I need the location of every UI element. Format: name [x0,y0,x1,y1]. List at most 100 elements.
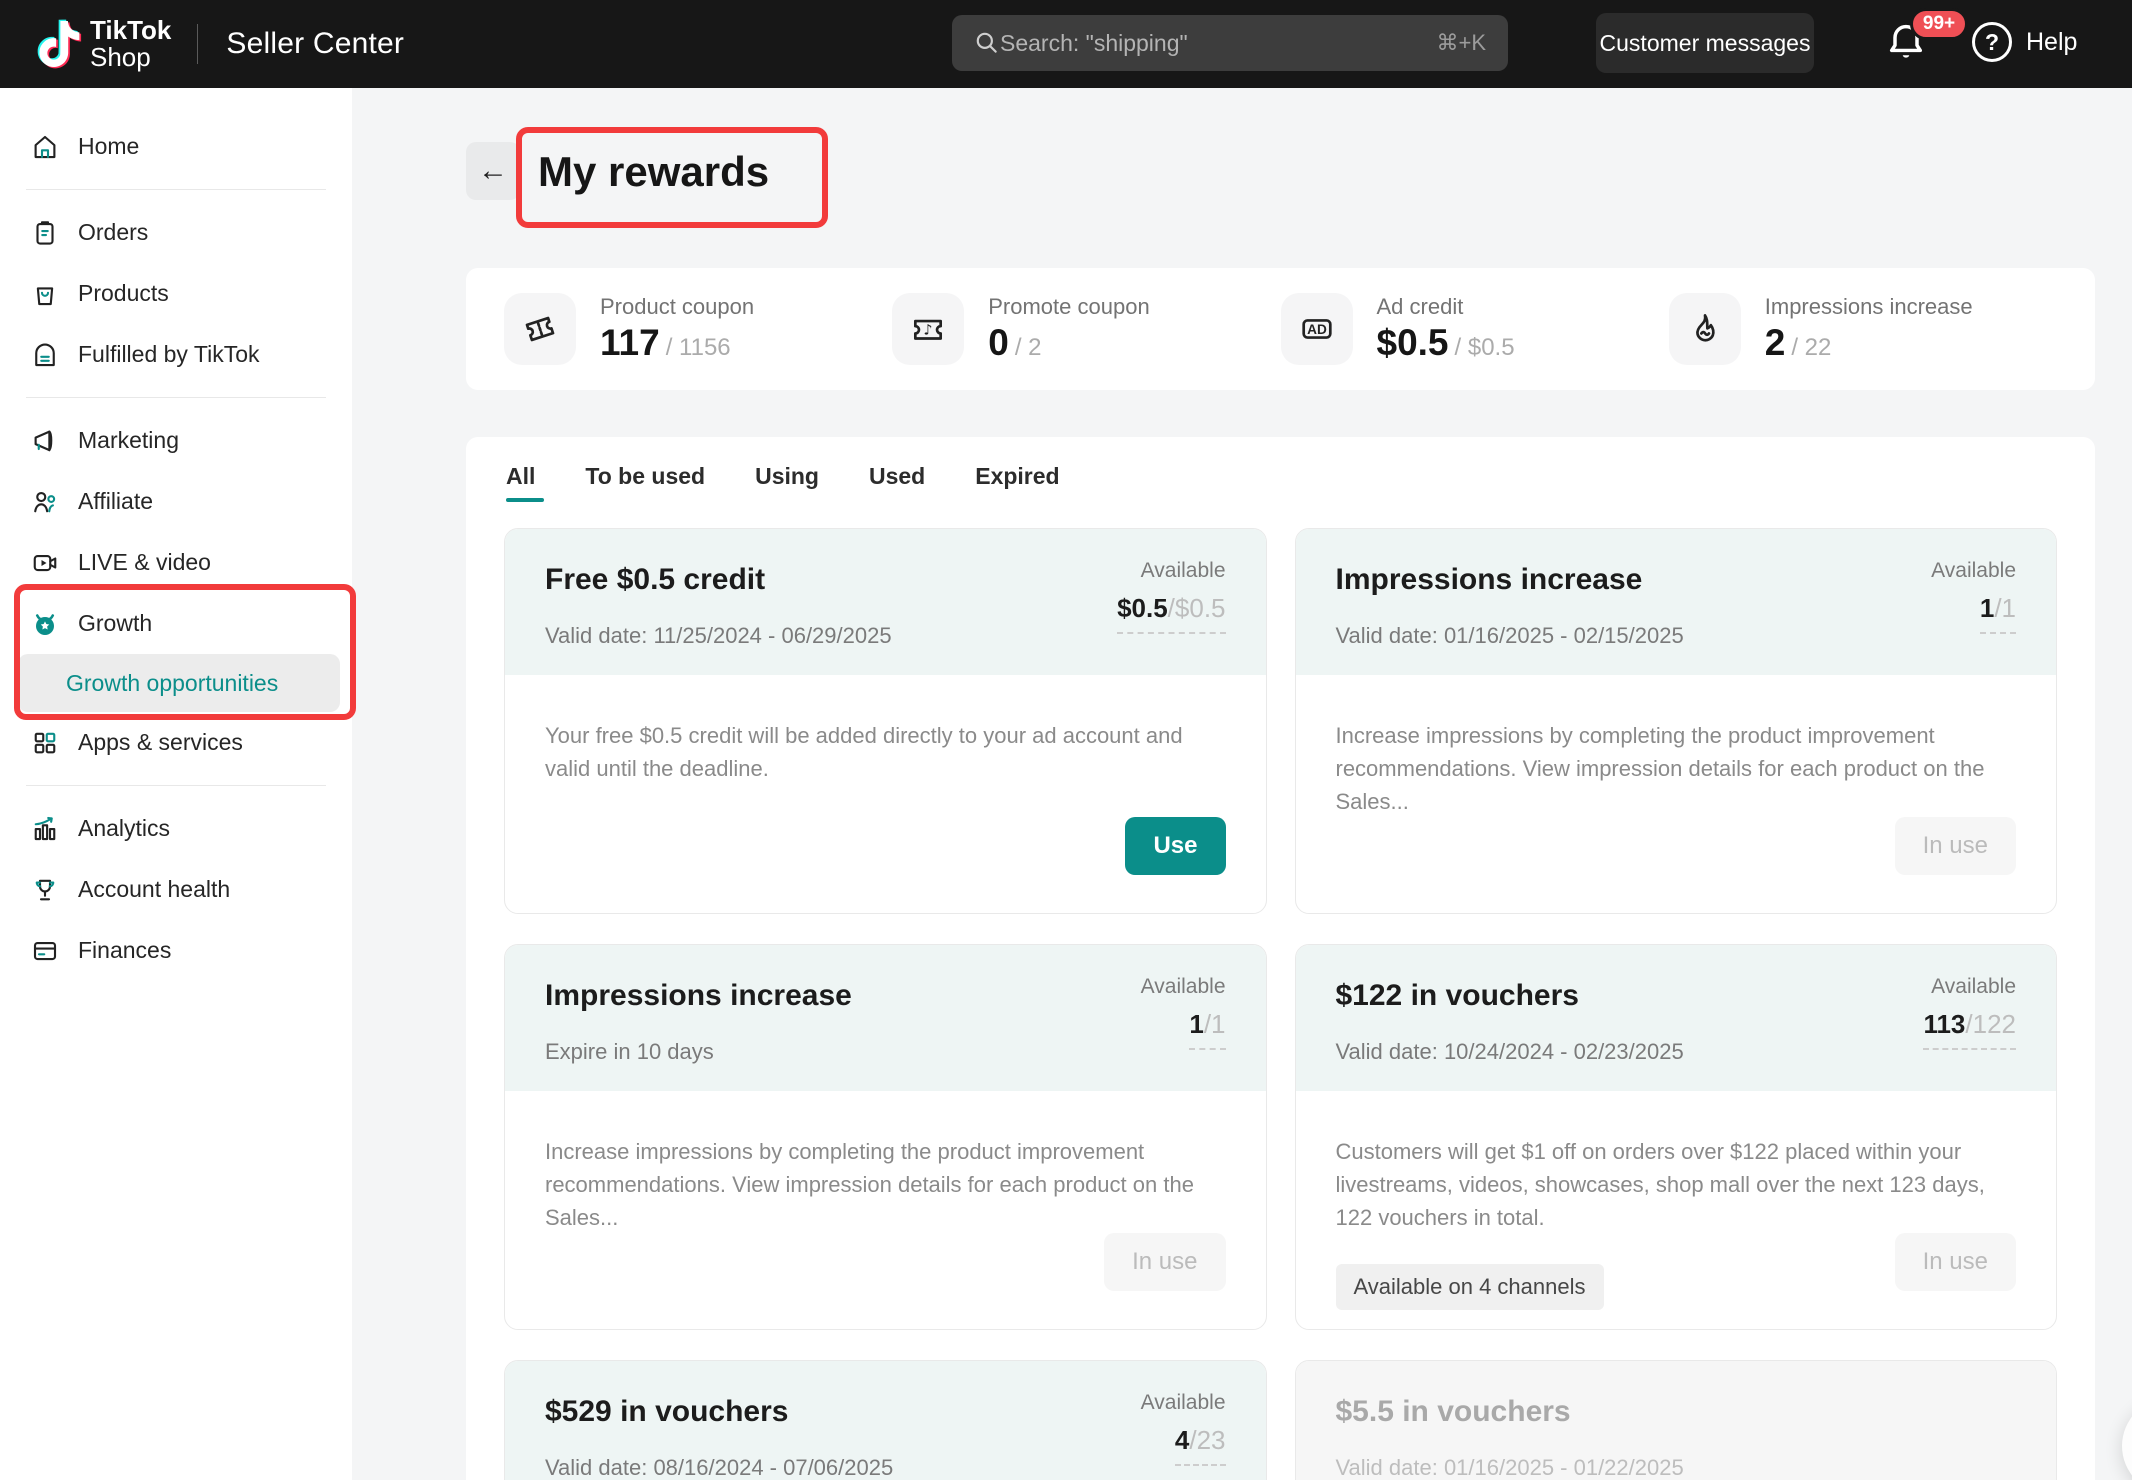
sidebar-item-marketing[interactable]: Marketing [0,410,352,471]
card-description: Increase impressions by completing the p… [545,1135,1226,1234]
tab-all[interactable]: All [506,463,535,508]
card-valid-date: Valid date: 10/24/2024 - 02/23/2025 [1336,1039,2017,1065]
card-header: $5.5 in vouchers Valid date: 01/16/2025 … [1296,1361,2057,1480]
help-icon: ? [1972,22,2012,62]
app-name: Seller Center [226,27,404,61]
sidebar-item-live-video[interactable]: LIVE & video [0,532,352,593]
card-header: $529 in vouchers Valid date: 08/16/2024 … [505,1361,1266,1480]
sidebar-item-apps-services[interactable]: Apps & services [0,712,352,773]
sidebar-item-orders[interactable]: Orders [0,202,352,263]
search-input[interactable] [1000,30,1424,57]
trophy-icon [30,875,60,905]
available-value: 113/122 [1923,1009,2016,1050]
rewards-summary: Product coupon 117/ 1156 ♪ Promote coupo… [466,268,2095,390]
summary-value: 117 [600,322,660,364]
available-value: $0.5/$0.5 [1117,593,1225,634]
sidebar-item-home[interactable]: Home [0,116,352,177]
summary-label: Product coupon [600,294,754,320]
orders-icon [30,218,60,248]
video-camera-icon [30,548,60,578]
sidebar-item-affiliate[interactable]: Affiliate [0,471,352,532]
rewards-panel: All To be used Using Used Expired Free $… [466,437,2095,1480]
sidebar-item-label: Products [78,280,169,307]
notification-badge: 99+ [1910,8,1968,40]
channels-tag: Available on 4 channels [1336,1264,1604,1310]
seller-center-app: TikTok Shop Seller Center ⌘+K Customer m… [0,0,2132,1480]
in-use-button: In use [1104,1233,1225,1291]
card-valid-date: Valid date: 08/16/2024 - 07/06/2025 [545,1455,1226,1480]
sidebar-item-finances[interactable]: Finances [0,920,352,981]
sidebar-item-label: Apps & services [78,729,243,756]
card-body: Your free $0.5 credit will be added dire… [505,675,1266,785]
in-use-button: In use [1895,1233,2016,1291]
card-header: $122 in vouchers Valid date: 10/24/2024 … [1296,945,2057,1091]
sidebar-divider [26,189,326,190]
customer-messages-button[interactable]: Customer messages [1596,13,1814,73]
summary-total: / 22 [1791,334,1831,362]
svg-text:AD: AD [1307,322,1327,337]
sidebar-item-products[interactable]: Products [0,263,352,324]
reward-card-122-vouchers: $122 in vouchers Valid date: 10/24/2024 … [1295,944,2058,1330]
impressions-flame-icon [1669,293,1741,365]
sidebar-item-label: LIVE & video [78,549,211,576]
reward-card-impressions-2: Impressions increase Expire in 10 days A… [504,944,1267,1330]
help-button[interactable]: ? Help [1972,22,2077,62]
back-button[interactable]: ← [466,142,520,200]
floating-action-button[interactable] [2122,1398,2132,1480]
home-icon [30,132,60,162]
logo-title: TikTok [90,17,171,44]
summary-product-coupon: Product coupon 117/ 1156 [504,293,892,365]
summary-total: / $0.5 [1455,334,1515,362]
products-icon [30,279,60,309]
available-label: Available [1141,1391,1226,1415]
tab-using[interactable]: Using [755,463,819,508]
card-available: Available 1/1 [1141,975,1226,1050]
growth-icon [30,609,60,639]
reward-card-impressions-1: Impressions increase Valid date: 01/16/2… [1295,528,2058,914]
tab-expired[interactable]: Expired [975,463,1059,508]
megaphone-icon [30,426,60,456]
tab-to-be-used[interactable]: To be used [585,463,705,508]
product-coupon-icon [504,293,576,365]
summary-impressions-increase: Impressions increase 2/ 22 [1669,293,2057,365]
sidebar-item-label: Fulfilled by TikTok [78,341,260,368]
card-description: Increase impressions by completing the p… [1336,719,2017,818]
sidebar-item-growth[interactable]: Growth [0,593,352,654]
analytics-chart-icon [30,814,60,844]
promote-coupon-icon: ♪ [892,293,964,365]
summary-label: Ad credit [1377,294,1515,320]
card-description: Customers will get $1 off on orders over… [1336,1135,2017,1234]
available-label: Available [1931,559,2016,583]
sidebar-item-fulfilled-by-tiktok[interactable]: Fulfilled by TikTok [0,324,352,385]
sidebar-item-label: Home [78,133,139,160]
available-label: Available [1117,559,1225,583]
sidebar-item-analytics[interactable]: Analytics [0,798,352,859]
card-header: Impressions increase Valid date: 01/16/2… [1296,529,2057,675]
card-description: Your free $0.5 credit will be added dire… [545,719,1226,785]
notifications-button[interactable]: 99+ [1884,18,1940,74]
summary-label: Promote coupon [988,294,1149,320]
topbar: TikTok Shop Seller Center ⌘+K Customer m… [0,0,2132,88]
global-search[interactable]: ⌘+K [952,15,1508,71]
summary-total: / 2 [1015,334,1042,362]
card-valid-date: Valid date: 01/16/2025 - 02/15/2025 [1336,623,2017,649]
help-label: Help [2026,28,2077,57]
sidebar-item-label: Orders [78,219,148,246]
tab-used[interactable]: Used [869,463,925,508]
logo-wordmark: TikTok Shop [90,17,171,72]
tiktok-shop-logo[interactable]: TikTok Shop [36,16,171,72]
ad-credit-icon: AD [1281,293,1353,365]
fulfilled-box-icon [30,340,60,370]
card-title: $529 in vouchers [545,1395,1226,1429]
search-icon [974,30,1000,56]
summary-value: 2 [1765,322,1786,364]
sidebar-item-account-health[interactable]: Account health [0,859,352,920]
finances-card-icon [30,936,60,966]
available-label: Available [1923,975,2016,999]
use-button[interactable]: Use [1125,817,1225,875]
search-shortcut-hint: ⌘+K [1436,30,1486,56]
available-value: 1/1 [1980,593,2016,634]
sidebar-item-growth-opportunities[interactable]: Growth opportunities [18,654,340,712]
card-title: Impressions increase [1336,563,2017,597]
sidebar-item-label: Marketing [78,427,179,454]
